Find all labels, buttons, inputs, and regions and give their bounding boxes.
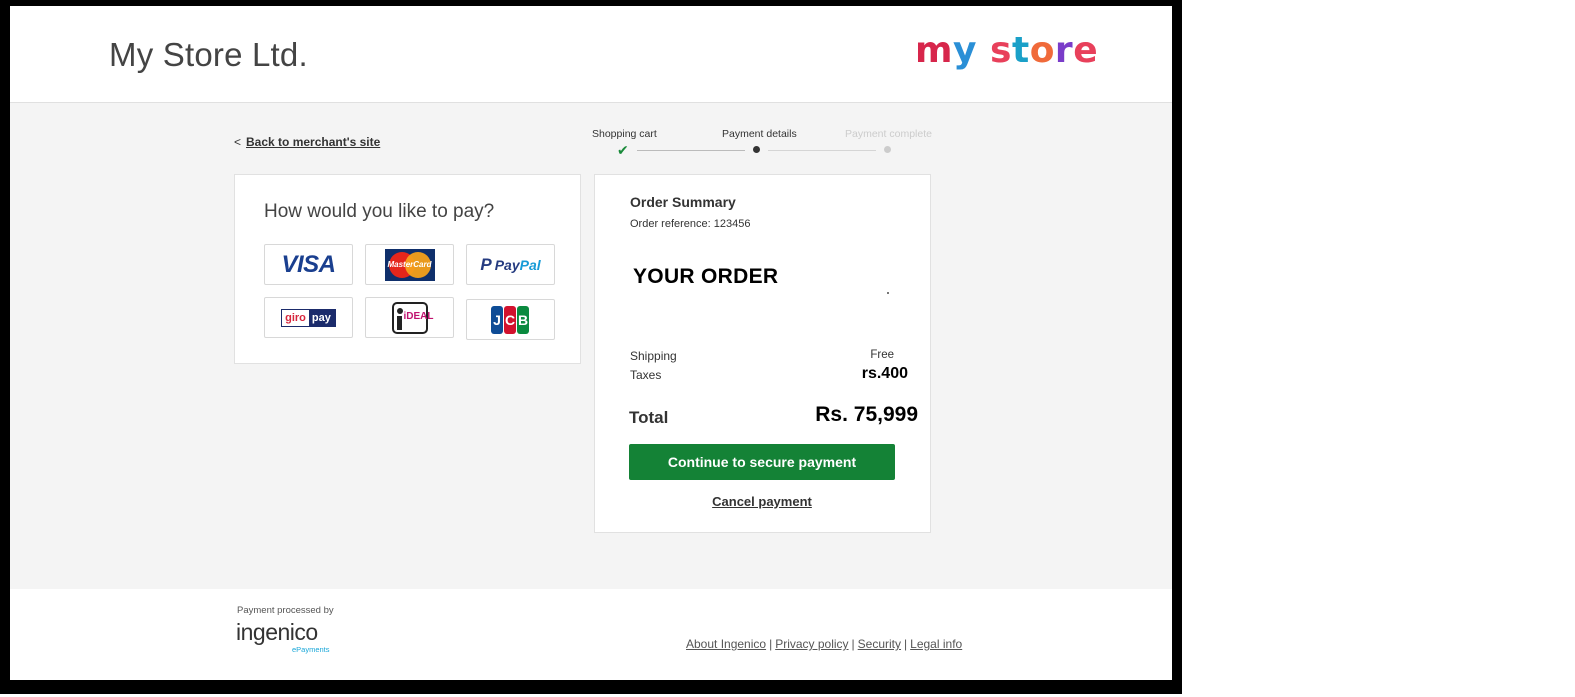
giropay-button[interactable]: giro pay: [264, 297, 353, 338]
step-connector: [637, 150, 745, 151]
order-summary-title: Order Summary: [630, 194, 736, 210]
pending-step-dot: [884, 146, 891, 153]
paypal-button[interactable]: P PayPal: [466, 244, 555, 285]
back-link-label: Back to merchant's site: [246, 135, 381, 149]
step-connector: [768, 150, 876, 151]
taxes-label: Taxes: [630, 368, 662, 382]
continue-payment-button[interactable]: Continue to secure payment: [629, 444, 895, 480]
dot-marker: [887, 292, 889, 294]
ideal-logo-icon: iDEAL: [391, 301, 434, 334]
shipping-value: Free: [870, 349, 894, 361]
step-label-payment-details: Payment details: [722, 128, 797, 140]
page-footer: Payment processed by ingenico ePayments …: [10, 589, 1172, 680]
taxes-value: rs.400: [861, 365, 908, 382]
page-header: My Store Ltd. my store: [10, 6, 1172, 103]
security-link[interactable]: Security: [858, 637, 901, 651]
your-order-heading: YOUR ORDER: [633, 265, 779, 288]
footer-links: About Ingenico | Privacy policy | Security | L…: [686, 637, 963, 651]
about-ingenico-link[interactable]: About Ingenico: [686, 637, 766, 651]
mastercard-button[interactable]: MasterCard: [365, 244, 454, 285]
legal-info-link[interactable]: Legal info: [910, 637, 962, 651]
visa-button[interactable]: VISA: [264, 244, 353, 285]
current-step-dot: [753, 146, 760, 153]
shipping-label: Shipping: [630, 349, 677, 363]
payment-method-title: How would you like to pay?: [264, 201, 495, 222]
visa-logo-icon: VISA: [281, 250, 336, 278]
jcb-logo-icon: JCB: [491, 305, 530, 334]
paypal-logo-icon: P PayPal: [480, 254, 541, 274]
privacy-policy-link[interactable]: Privacy policy: [775, 637, 848, 651]
payment-method-card: How would you like to pay? VISA MasterCa…: [234, 174, 581, 364]
giropay-logo-icon: giro pay: [281, 308, 336, 327]
store-logo: my store: [915, 30, 1099, 71]
payment-page: My Store Ltd. my store < Back to merchant…: [10, 6, 1172, 680]
step-label-shopping-cart: Shopping cart: [592, 128, 657, 140]
back-to-merchant-link[interactable]: < Back to merchant's site: [234, 135, 380, 149]
chevron-left-icon: <: [234, 135, 242, 149]
checkmark-icon: ✔: [617, 142, 629, 158]
mastercard-logo-icon: MasterCard: [384, 248, 435, 281]
order-summary-card: Order Summary Order reference: 123456 YO…: [594, 174, 931, 533]
progress-steps: Shopping cart Payment details Payment co…: [592, 128, 932, 160]
step-label-payment-complete: Payment complete: [845, 128, 932, 140]
processed-by-label: Payment processed by: [237, 605, 334, 616]
ingenico-logo: ingenico: [236, 619, 318, 645]
total-value: Rs. 75,999: [815, 403, 918, 426]
store-title: My Store Ltd.: [109, 36, 308, 73]
ideal-button[interactable]: iDEAL: [365, 297, 454, 338]
epayments-label: ePayments: [292, 645, 330, 654]
total-label: Total: [629, 408, 669, 427]
jcb-button[interactable]: JCB: [466, 299, 555, 340]
cancel-payment-link[interactable]: Cancel payment: [595, 494, 929, 509]
order-reference: Order reference: 123456: [630, 218, 751, 230]
